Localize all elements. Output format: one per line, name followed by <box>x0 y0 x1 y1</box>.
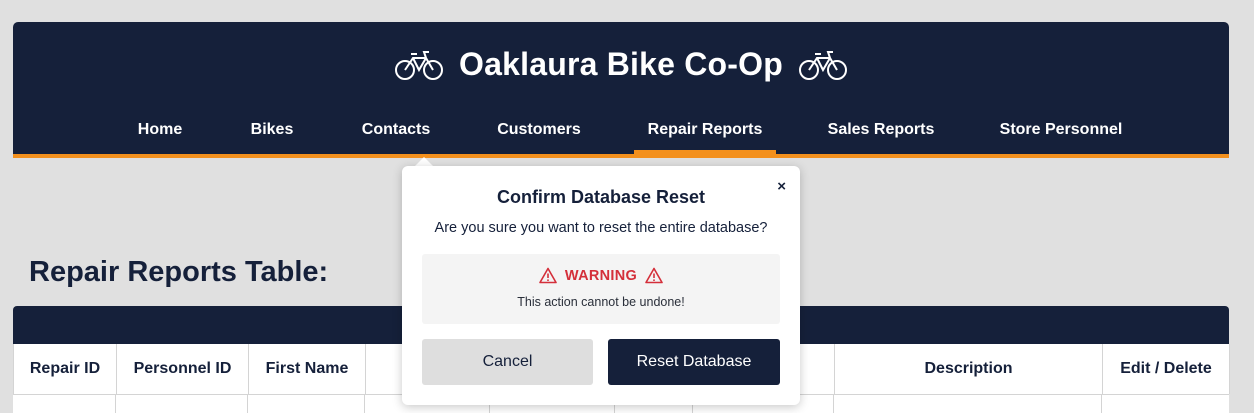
cancel-button[interactable]: Cancel <box>422 339 593 385</box>
dialog-message: Are you sure you want to reset the entir… <box>434 220 768 236</box>
warning-triangle-icon <box>539 267 557 284</box>
warning-triangle-icon <box>645 267 663 284</box>
reset-database-button[interactable]: Reset Database <box>608 339 780 385</box>
modal-overlay: Confirm Database Reset × Are you sure yo… <box>0 0 1254 413</box>
warning-line: WARNING <box>422 267 780 284</box>
confirm-reset-dialog: Confirm Database Reset × Are you sure yo… <box>402 166 800 405</box>
warning-box: WARNING This action cannot be undone! <box>422 254 780 324</box>
dialog-title: Confirm Database Reset <box>496 187 706 207</box>
warning-subtext: This action cannot be undone! <box>517 295 685 309</box>
warning-label: WARNING <box>564 267 638 284</box>
close-icon[interactable]: × <box>777 178 786 195</box>
